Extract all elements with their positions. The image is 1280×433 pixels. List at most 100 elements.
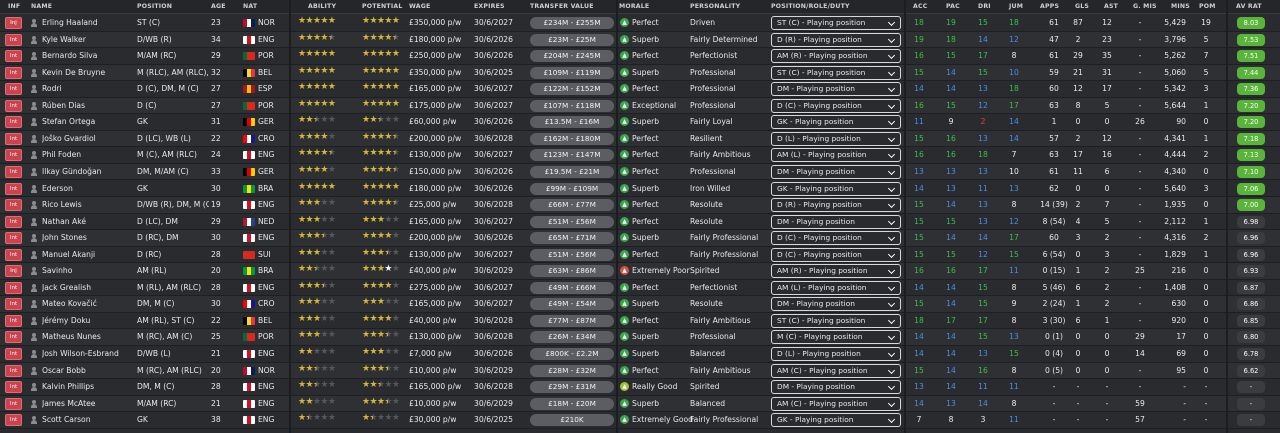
player-name[interactable]: Ederson bbox=[42, 183, 136, 195]
header-wage[interactable]: WAGE bbox=[409, 3, 430, 10]
player-name[interactable]: Kyle Walker bbox=[42, 34, 136, 46]
table-row[interactable]: Int Ilkay Gündoğan DM, M/AM (C) 33 GER ★★★★★ ★… bbox=[0, 163, 1280, 181]
role-duty-dropdown[interactable]: GK - Playing position bbox=[771, 413, 901, 428]
injury-status-badge[interactable]: Int bbox=[5, 199, 22, 212]
injury-status-badge[interactable]: Inj bbox=[5, 265, 22, 278]
role-duty-dropdown[interactable]: D (L) - Playing position bbox=[771, 131, 901, 146]
table-row[interactable]: Int Ederson GK 30 BRA ★★★★★ ★★★★★ £180,000 p/w 3… bbox=[0, 181, 1280, 197]
header-gls[interactable]: GLS bbox=[1075, 3, 1089, 10]
player-name[interactable]: Joško Gvardiol bbox=[42, 133, 136, 145]
table-row[interactable]: Int Kevin De BruyneM (RLC), AM (RLC), ST.… bbox=[0, 64, 1280, 82]
injury-status-badge[interactable]: Int bbox=[5, 414, 22, 427]
player-name[interactable]: Matheus Nunes bbox=[42, 331, 136, 343]
role-duty-dropdown[interactable]: GK - Playing position bbox=[771, 181, 901, 196]
player-name[interactable]: Oscar Bobb bbox=[42, 365, 136, 377]
injury-status-badge[interactable]: Int bbox=[5, 381, 22, 394]
injury-status-badge[interactable]: Inj bbox=[5, 17, 22, 29]
table-row[interactable]: Int Nathan Aké D (LC), DM 29 NED ★★★★★ ★★★★★ £1… bbox=[0, 214, 1280, 231]
header-avrat[interactable]: AV RAT bbox=[1236, 3, 1262, 10]
role-duty-dropdown[interactable]: AM (C) - Playing position bbox=[771, 363, 901, 378]
role-duty-dropdown[interactable]: DM - Playing position bbox=[771, 164, 901, 179]
injury-status-badge[interactable]: Int bbox=[5, 348, 22, 360]
table-row[interactable]: Int Bernardo Silva M/AM (RC) 29 POR ★★★★★ ★★★★… bbox=[0, 48, 1280, 65]
role-duty-dropdown[interactable]: DM - Playing position bbox=[771, 297, 901, 312]
player-name[interactable]: Nathan Aké bbox=[42, 216, 136, 228]
injury-status-badge[interactable]: Int bbox=[5, 116, 22, 129]
role-duty-dropdown[interactable]: D (R) - Playing position bbox=[771, 198, 901, 213]
player-name[interactable]: James McAtee bbox=[42, 398, 136, 410]
table-row[interactable]: Int James McAtee M/AM (RC) 21 ENG ★★★★★ ★★★★★ £… bbox=[0, 395, 1280, 413]
header-potential[interactable]: POTENTIAL bbox=[362, 3, 402, 10]
header-nat[interactable]: NAT bbox=[243, 3, 257, 10]
injury-status-badge[interactable]: Int bbox=[5, 298, 22, 311]
table-row[interactable]: Int Kyle Walker D/WB (R) 34 ENG ★★★★★ ★★★★★ £18… bbox=[0, 31, 1280, 49]
injury-status-badge[interactable]: Int bbox=[5, 215, 22, 228]
player-name[interactable]: Ilkay Gündoğan bbox=[42, 166, 136, 178]
table-row[interactable]: Int John Stones D (RC), DM 30 ENG ★★★★★ ★★★★★ £… bbox=[0, 230, 1280, 247]
table-row[interactable]: Inj Erling Haaland ST (C) 23 NOR ★★★★★ ★★★★★ £3… bbox=[0, 15, 1280, 32]
role-duty-dropdown[interactable]: AM (L) - Playing position bbox=[771, 148, 901, 163]
role-duty-dropdown[interactable]: D (C) - Playing position bbox=[771, 247, 901, 262]
player-name[interactable]: Kevin De Bruyne bbox=[42, 67, 136, 79]
role-duty-dropdown[interactable]: D (R) - Playing position bbox=[771, 32, 901, 47]
player-name[interactable]: Mateo Kovačić bbox=[42, 298, 136, 310]
player-name[interactable]: Scott Carson bbox=[42, 414, 136, 426]
header-role[interactable]: POSITION/ROLE/DUTY bbox=[771, 3, 850, 10]
header-pac[interactable]: PAC bbox=[946, 3, 960, 10]
injury-status-badge[interactable]: Int bbox=[5, 281, 22, 294]
header-age[interactable]: AGE bbox=[211, 3, 226, 10]
injury-status-badge[interactable]: Int bbox=[5, 397, 22, 410]
header-inf[interactable]: INF bbox=[8, 3, 20, 10]
table-row[interactable]: Int Stefan Ortega GK 31 GER ★★★★★ ★★★★★ £60,000… bbox=[0, 114, 1280, 131]
injury-status-badge[interactable]: Int bbox=[5, 149, 22, 162]
table-row[interactable]: Int Joško Gvardiol D (LC), WB (L) 22 CRO ★★★★… bbox=[0, 130, 1280, 148]
header-transfer-value[interactable]: TRANSFER VALUE bbox=[530, 3, 594, 10]
table-row[interactable]: Int Rico Lewis D/WB (R), DM, M (C) 19 ENG ★★★… bbox=[0, 197, 1280, 214]
role-duty-dropdown[interactable]: D (C) - Playing position bbox=[771, 98, 901, 113]
header-name[interactable]: NAME bbox=[31, 3, 52, 10]
player-name[interactable]: Rúben Dias bbox=[42, 100, 136, 112]
player-name[interactable]: Rodri bbox=[42, 83, 136, 95]
header-position[interactable]: POSITION bbox=[137, 3, 172, 10]
player-name[interactable]: Savinho bbox=[42, 265, 136, 277]
header-morale[interactable]: MORALE bbox=[619, 3, 649, 10]
injury-status-badge[interactable]: Int bbox=[5, 248, 22, 261]
table-row[interactable]: Int Jack Grealish M (RL), AM (RLC) 28 ENG ★★★… bbox=[0, 280, 1280, 297]
role-duty-dropdown[interactable]: ST (C) - Playing position bbox=[771, 313, 901, 328]
player-name[interactable]: Jack Grealish bbox=[42, 282, 136, 294]
header-ability[interactable]: ABILITY bbox=[308, 3, 336, 10]
injury-status-badge[interactable]: Int bbox=[5, 364, 22, 377]
header-pom[interactable]: POM bbox=[1199, 3, 1216, 10]
table-row[interactable]: Int Matheus Nunes M (RC), AM (C) 25 POR ★★★★★… bbox=[0, 329, 1280, 346]
role-duty-dropdown[interactable]: M (C) - Playing position bbox=[771, 330, 901, 345]
role-duty-dropdown[interactable]: AM (R) - Playing position bbox=[771, 264, 901, 279]
role-duty-dropdown[interactable]: D (L) - Playing position bbox=[771, 347, 901, 361]
table-row[interactable]: Int Rodri D (C), DM, M (C) 27 ESP ★★★★★ ★★★★★ £… bbox=[0, 81, 1280, 98]
player-name[interactable]: Manuel Akanji bbox=[42, 249, 136, 261]
header-expires[interactable]: EXPIRES bbox=[474, 3, 505, 10]
player-name[interactable]: Rico Lewis bbox=[42, 199, 136, 211]
table-row[interactable]: Int Mateo Kovačić DM, M (C) 30 CRO ★★★★★ ★★★★★… bbox=[0, 296, 1280, 313]
injury-status-badge[interactable]: Int bbox=[5, 182, 22, 195]
role-duty-dropdown[interactable]: DM - Playing position bbox=[771, 380, 901, 395]
injury-status-badge[interactable]: Int bbox=[5, 33, 22, 46]
role-duty-dropdown[interactable]: ST (C) - Playing position bbox=[771, 65, 901, 80]
player-name[interactable]: Josh Wilson-Esbrand bbox=[42, 348, 136, 360]
header-gmis[interactable]: G. MIS bbox=[1133, 3, 1157, 10]
role-duty-dropdown[interactable]: GK - Playing position bbox=[771, 115, 901, 130]
role-duty-dropdown[interactable]: ST (C) - Playing position bbox=[771, 16, 901, 30]
player-name[interactable]: Kalvin Phillips bbox=[42, 381, 136, 393]
table-row[interactable]: Inj Savinho AM (RL) 20 BRA ★★★★★ ★★★★★ £40,000 … bbox=[0, 263, 1280, 280]
player-name[interactable]: Erling Haaland bbox=[42, 17, 136, 29]
table-row[interactable]: Int Phil Foden M (C), AM (RLC) 24 ENG ★★★★★ ★★… bbox=[0, 147, 1280, 164]
role-duty-dropdown[interactable]: DM - Playing position bbox=[771, 214, 901, 229]
injury-status-badge[interactable]: Int bbox=[5, 165, 22, 178]
header-mins[interactable]: MINS bbox=[1171, 3, 1190, 10]
injury-status-badge[interactable]: Int bbox=[5, 314, 22, 327]
table-row[interactable]: Int Manuel Akanji D (RC) 28 SUI ★★★★★ ★★★★★ £13… bbox=[0, 247, 1280, 264]
injury-status-badge[interactable]: Int bbox=[5, 99, 22, 112]
injury-status-badge[interactable]: Int bbox=[5, 50, 22, 63]
injury-status-badge[interactable]: Int bbox=[5, 66, 22, 79]
header-apps[interactable]: APPS bbox=[1040, 3, 1059, 10]
player-name[interactable]: Phil Foden bbox=[42, 149, 136, 161]
